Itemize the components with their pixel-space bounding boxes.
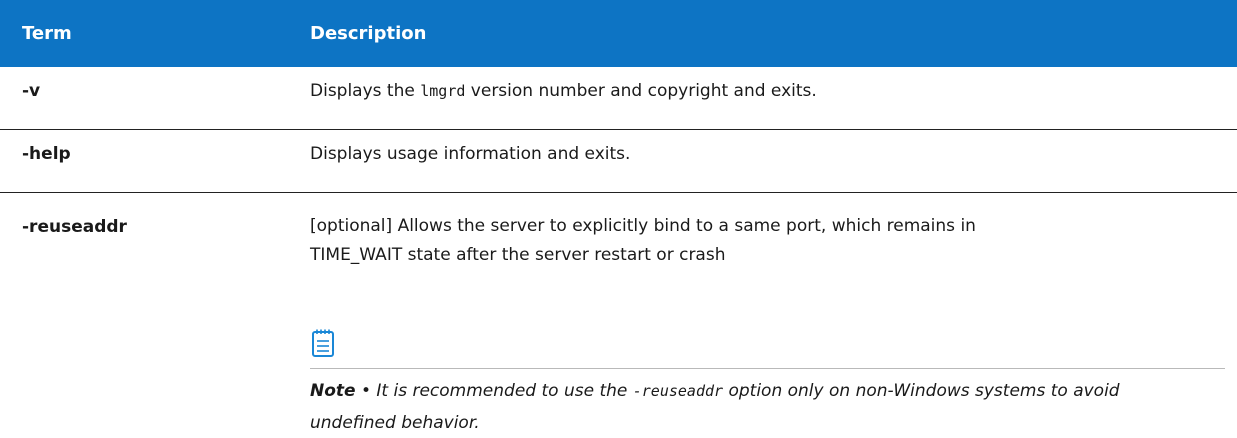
description-text: version number and copyright and exits.	[465, 81, 817, 101]
note-label: Note	[310, 381, 356, 401]
options-table: Term Description -v Displays the lmgrd v…	[0, 0, 1237, 438]
description-line: [optional] Allows the server to explicit…	[310, 216, 976, 236]
term-cell: -help	[22, 144, 71, 164]
table-header: Term Description	[0, 0, 1237, 67]
description-line: TIME_WAIT state after the server restart…	[310, 245, 726, 265]
note-divider	[310, 368, 1225, 369]
term-cell: -reuseaddr	[22, 217, 127, 237]
inline-code: -reuseaddr	[632, 382, 724, 400]
inline-code: lmgrd	[420, 82, 466, 100]
table-row: -reuseaddr [optional] Allows the server …	[0, 193, 1237, 438]
description-text: Displays the	[310, 81, 421, 101]
table-row: -help Displays usage information and exi…	[0, 130, 1237, 193]
note-bullet: •	[355, 381, 377, 401]
term-cell: -v	[22, 81, 41, 101]
header-description: Description	[310, 23, 427, 44]
header-term: Term	[22, 23, 72, 44]
note-icon	[312, 329, 334, 357]
table-row: -v Displays the lmgrd version number and…	[0, 67, 1237, 130]
note-text: Note • It is recommended to use the -reu…	[310, 375, 1210, 438]
description-cell: [optional] Allows the server to explicit…	[310, 212, 1210, 270]
note-text-part: It is recommended to use the	[376, 381, 633, 401]
description-cell: Displays the lmgrd version number and co…	[310, 77, 817, 106]
description-cell: Displays usage information and exits.	[310, 144, 631, 164]
